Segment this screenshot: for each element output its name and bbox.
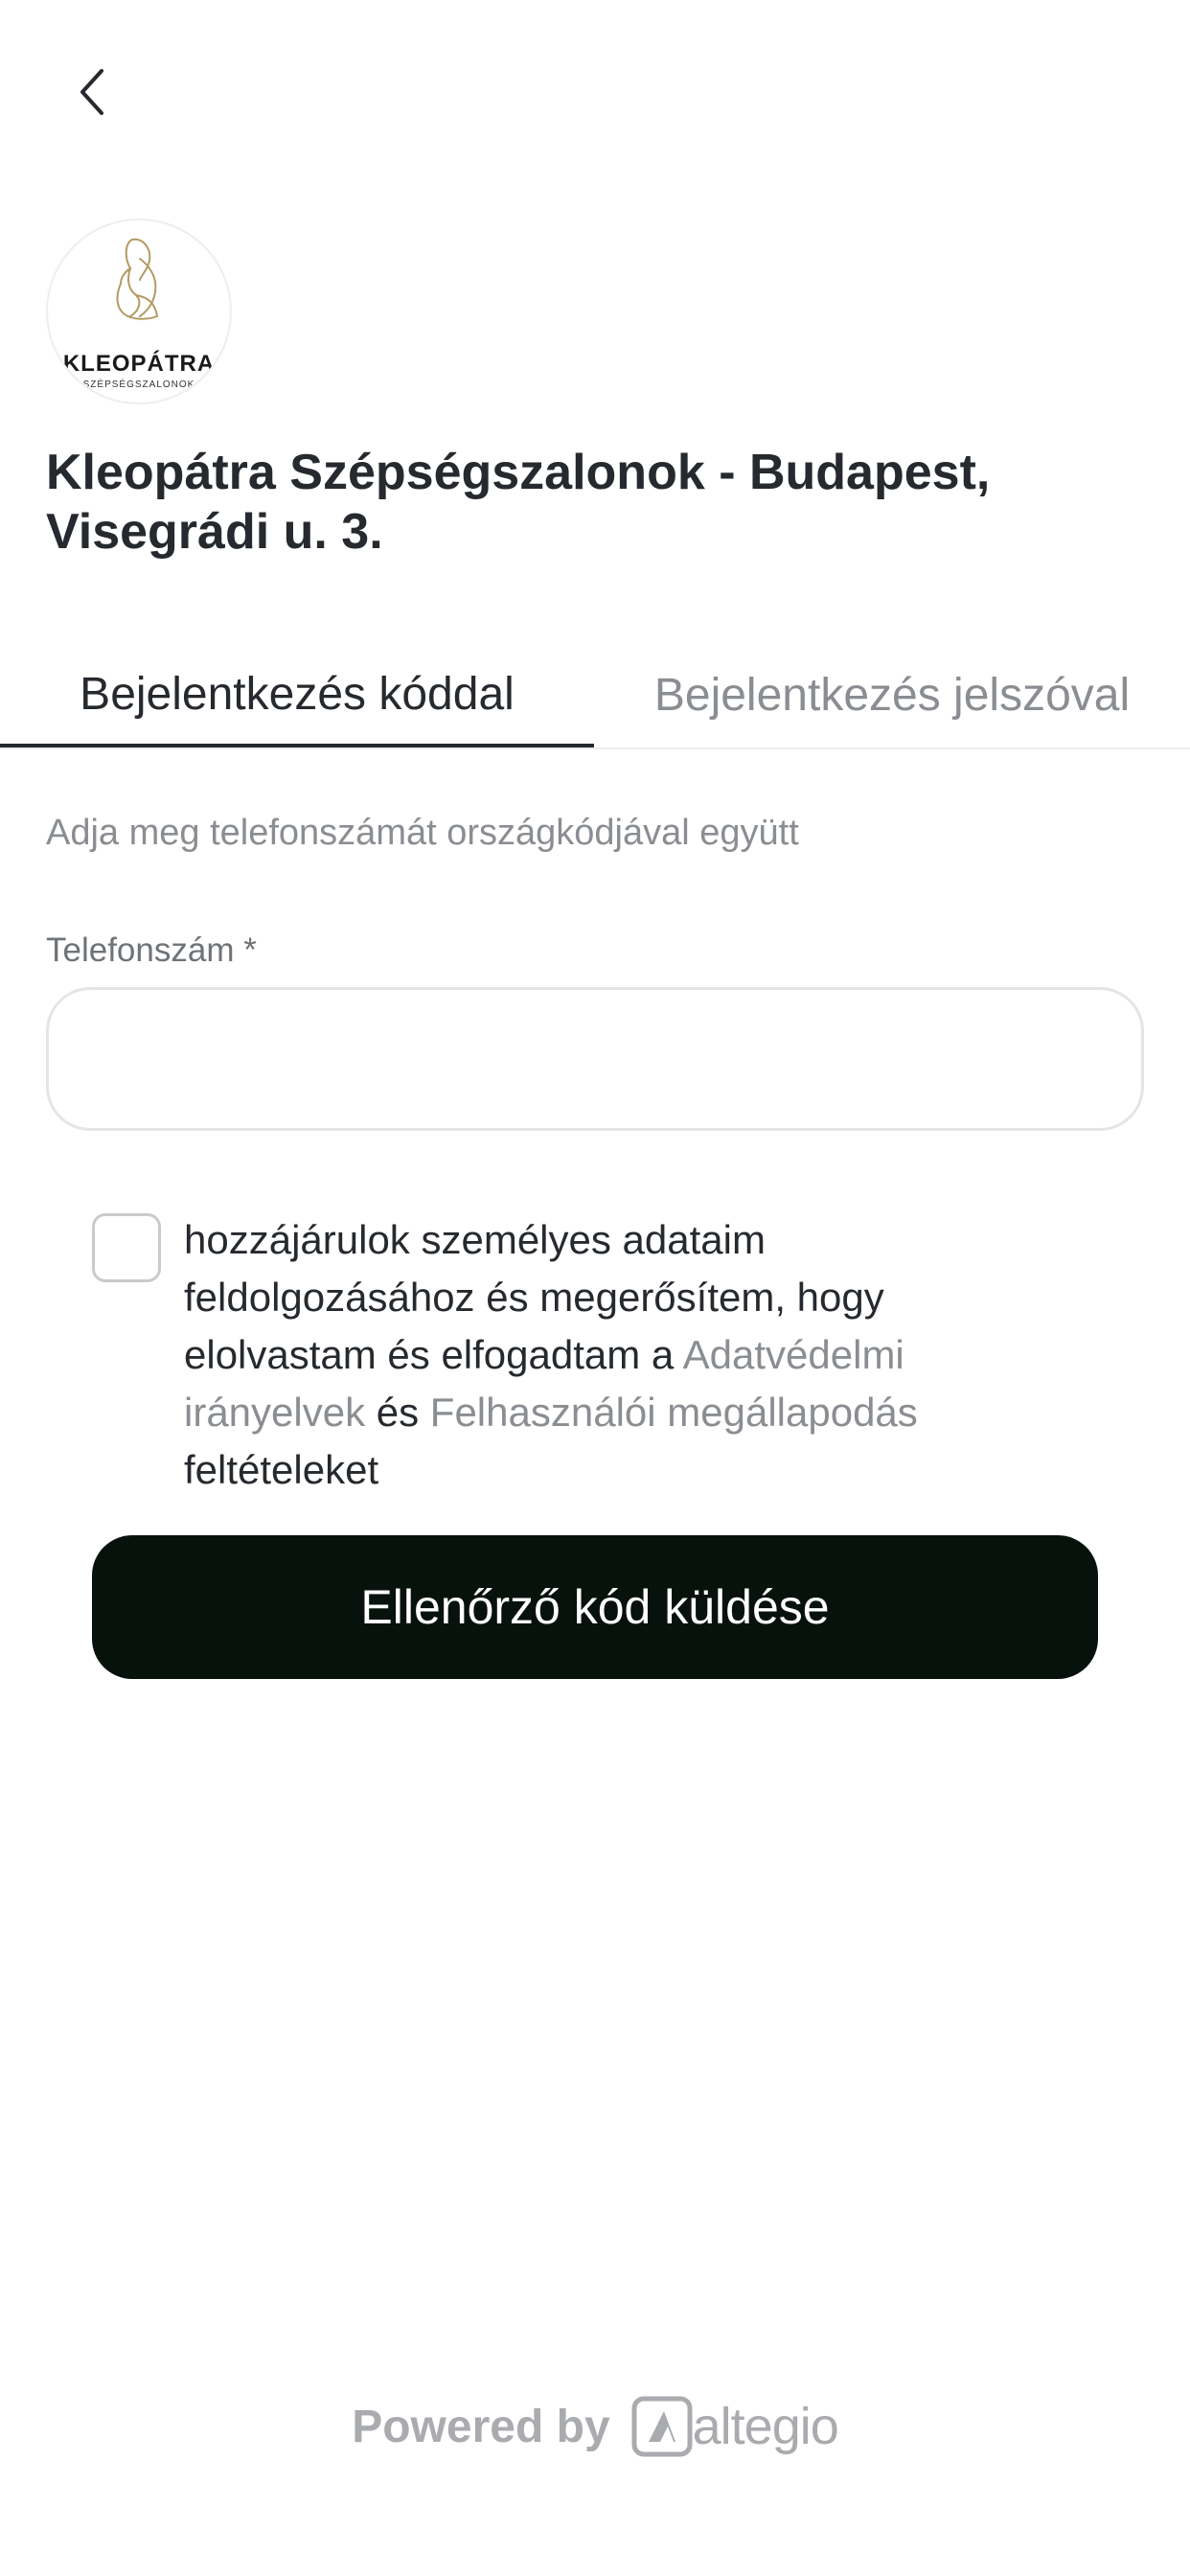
consent-text: hozzájárulok személyes adataim feldolgoz… [184, 1211, 1008, 1499]
tab-login-with-code[interactable]: Bejelentkezés kóddal [0, 644, 594, 748]
altegio-logo-icon [631, 2396, 693, 2457]
page-title: Kleopátra Szépségszalonok - Budapest, Vi… [46, 445, 991, 560]
phone-input[interactable] [46, 987, 1144, 1131]
powered-by-footer: Powered by altegio [0, 2392, 1190, 2461]
consent-text-and: és [365, 1390, 430, 1435]
logo-brand-text: KLEOPÁTRA [62, 351, 216, 377]
consent-checkbox[interactable] [92, 1213, 161, 1282]
logo-sub-text: SZÉPSÉGSZALONOK [82, 380, 195, 390]
powered-by-text: Powered by [352, 2401, 610, 2452]
phone-field-label: Telefonszám * [46, 932, 257, 969]
back-button[interactable] [57, 58, 126, 126]
phone-hint: Adja meg telefonszámát országkódjával eg… [46, 813, 799, 853]
login-tabs: Bejelentkezés kóddal Bejelentkezés jelsz… [0, 644, 1190, 749]
tab-login-with-password[interactable]: Bejelentkezés jelszóval [594, 644, 1190, 746]
salon-logo: KLEOPÁTRA SZÉPSÉGSZALONOK [46, 218, 232, 404]
consent-text-after: feltételeket [184, 1447, 379, 1492]
altegio-brand-text: altegio [692, 2398, 839, 2455]
chevron-left-icon [80, 69, 103, 115]
send-verification-code-button[interactable]: Ellenőrző kód küldése [92, 1535, 1098, 1679]
user-agreement-link[interactable]: Felhasználói megállapodás [430, 1390, 918, 1435]
altegio-brand[interactable]: altegio [631, 2396, 839, 2457]
